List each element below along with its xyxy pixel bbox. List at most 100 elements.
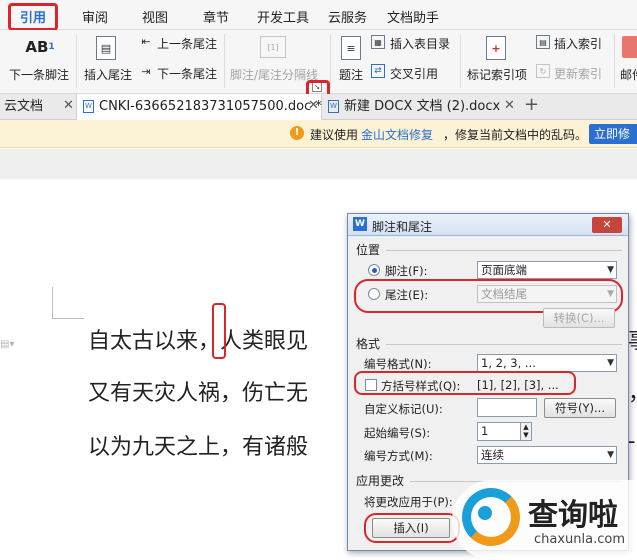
repair-now-button[interactable]: 立即修 xyxy=(589,124,637,144)
next-footnote-button[interactable]: 下一条脚注 xyxy=(9,66,69,83)
watermark: 查询啦 chaxunla.com xyxy=(452,480,637,560)
number-format-label: 编号格式(N): xyxy=(364,357,432,371)
menu-review[interactable]: 审阅 xyxy=(82,7,108,26)
numbering-label: 编号方式(M): xyxy=(364,449,433,463)
footnote-position-value: 页面底端 xyxy=(481,263,527,277)
insert-toc-button[interactable]: 插入表目录 xyxy=(390,35,450,52)
notice-bar: ! 建议使用 金山文档修复 ，修复当前文档中的乱码。 立即修 xyxy=(0,120,637,148)
highlight-box-bracket xyxy=(354,371,576,395)
menu-cloud[interactable]: 云服务 xyxy=(328,7,367,26)
separator-icon: [1] xyxy=(260,36,286,58)
notice-link[interactable]: 金山文档修复 xyxy=(361,126,433,143)
caption-button[interactable]: 题注 xyxy=(339,66,363,83)
menu-assistant[interactable]: 文档助手 xyxy=(387,7,439,26)
warning-icon: ! xyxy=(290,126,304,140)
numbering-select[interactable]: 连续 ▼ xyxy=(477,446,617,464)
page-gap xyxy=(0,149,637,179)
tab-doc2[interactable]: W 新建 DOCX 文档 (2).docx xyxy=(326,94,506,120)
chevron-down-icon: ▼ xyxy=(607,265,614,275)
doc-line-1: 自太古以来，人类眼见 xyxy=(88,329,309,354)
close-icon[interactable]: ✕ xyxy=(308,98,319,113)
mark-index-icon: + xyxy=(486,36,506,60)
doc-line-2: 又有天灾人祸，伤亡无 xyxy=(88,381,309,406)
mail-button[interactable]: 邮件 xyxy=(620,66,637,83)
convert-button[interactable]: 转换(C)... xyxy=(543,308,615,328)
tab-cloud-docs[interactable]: 云文档 xyxy=(4,94,43,120)
footnote-position-select[interactable]: 页面底端 ▼ xyxy=(477,261,617,279)
apply-to-label: 将更改应用于(P): xyxy=(364,495,453,509)
symbol-button[interactable]: 符号(Y)... xyxy=(544,398,616,418)
separator-button[interactable]: 脚注/尾注分隔线 xyxy=(230,66,318,83)
number-format-value: 1, 2, 3, ... xyxy=(481,356,536,370)
insert-index-button[interactable]: 插入索引 xyxy=(554,35,602,52)
mark-index-button[interactable]: 标记索引项 xyxy=(467,66,527,83)
ab-icon-sup: 1 xyxy=(48,42,55,52)
chevron-down-icon: ▼ xyxy=(607,358,614,368)
watermark-logo-icon xyxy=(462,488,520,546)
chevron-down-icon: ▼ xyxy=(607,450,614,460)
doc-line-3: 以为九天之上，有诸般 xyxy=(88,435,309,460)
insert-index-icon: ▤ xyxy=(536,35,550,49)
next-footnote-icon: AB 1 xyxy=(25,34,55,60)
highlight-box-insert xyxy=(364,513,460,543)
doc-edge-char: 事 xyxy=(628,323,637,355)
doc-edge-char: ， xyxy=(628,375,637,407)
watermark-url: chaxunla.com xyxy=(534,532,625,547)
close-icon[interactable]: ✕ xyxy=(63,98,74,113)
ribbon-divider xyxy=(76,34,77,88)
watermark-text: 查询啦 xyxy=(528,498,618,533)
prev-endnote-button[interactable]: 上一条尾注 xyxy=(157,35,217,52)
mail-icon xyxy=(622,36,637,58)
ribbon-divider xyxy=(614,34,615,88)
start-number-stepper[interactable]: ▲ ▼ xyxy=(520,422,532,441)
dialog-title: 脚注和尾注 xyxy=(372,220,433,234)
doc-icon: W xyxy=(83,100,94,113)
start-number-label: 起始编号(S): xyxy=(364,426,431,440)
paragraph-icon: ▤▾ xyxy=(0,339,15,350)
watermark-logo-dot xyxy=(478,506,492,520)
highlight-box-menu xyxy=(8,3,58,31)
highlight-box-cursor xyxy=(212,303,226,359)
cross-ref-icon: ⇄ xyxy=(371,64,385,78)
number-format-select[interactable]: 1, 2, 3, ... ▼ xyxy=(477,354,617,372)
next-endnote-button[interactable]: 下一条尾注 xyxy=(157,65,217,82)
ribbon-divider xyxy=(224,34,225,88)
caption-icon: ≡ xyxy=(341,36,361,60)
update-index-icon: ↻ xyxy=(536,64,550,78)
close-icon[interactable]: ✕ xyxy=(592,217,622,233)
prev-endnote-icon: ⇤ xyxy=(141,34,151,48)
tab-doc2-label: 新建 DOCX 文档 (2).docx xyxy=(344,99,501,114)
tab-doc1-label: CNKI-636652183731057500.doc * xyxy=(99,99,322,114)
page-corner-mark xyxy=(52,287,84,319)
close-icon[interactable]: ✕ xyxy=(504,98,515,113)
next-endnote-icon: ⇥ xyxy=(141,64,151,78)
custom-mark-input[interactable] xyxy=(477,398,537,417)
insert-toc-icon: ▦ xyxy=(371,35,385,49)
tab-bar: 云文档 ✕ W CNKI-636652183731057500.doc * ✕ … xyxy=(0,94,637,120)
doc-icon: W xyxy=(328,100,339,113)
menu-developer[interactable]: 开发工具 xyxy=(257,7,309,26)
start-number-input[interactable]: 1 xyxy=(477,422,521,441)
insert-endnote-button[interactable]: 插入尾注 xyxy=(84,66,132,83)
dialog-title-bar: W 脚注和尾注 ✕ xyxy=(348,214,628,236)
menu-bar: 引用 审阅 视图 章节 开发工具 云服务 文档助手 xyxy=(0,0,637,30)
section-divider xyxy=(386,250,622,251)
new-tab-button[interactable]: + xyxy=(524,94,539,115)
cross-ref-button[interactable]: 交叉引用 xyxy=(390,65,438,82)
ab-icon-text: AB xyxy=(25,38,49,56)
menu-view[interactable]: 视图 xyxy=(142,7,168,26)
numbering-value: 连续 xyxy=(481,448,504,462)
section-apply: 应用更改 xyxy=(356,474,405,488)
update-index-button[interactable]: 更新索引 xyxy=(554,65,602,82)
notice-prefix: 建议使用 xyxy=(310,128,359,142)
section-position: 位置 xyxy=(356,243,381,257)
ribbon-divider xyxy=(330,34,331,88)
footnote-radio[interactable] xyxy=(368,264,380,276)
custom-mark-label: 自定义标记(U): xyxy=(364,402,443,416)
tab-active-doc[interactable]: W CNKI-636652183731057500.doc * xyxy=(76,94,322,120)
app-icon: W xyxy=(353,217,367,231)
menu-chapter[interactable]: 章节 xyxy=(203,7,229,26)
insert-endnote-icon: ▤ xyxy=(96,36,116,60)
footnote-label: 脚注(F): xyxy=(385,264,428,278)
section-divider xyxy=(386,344,622,345)
